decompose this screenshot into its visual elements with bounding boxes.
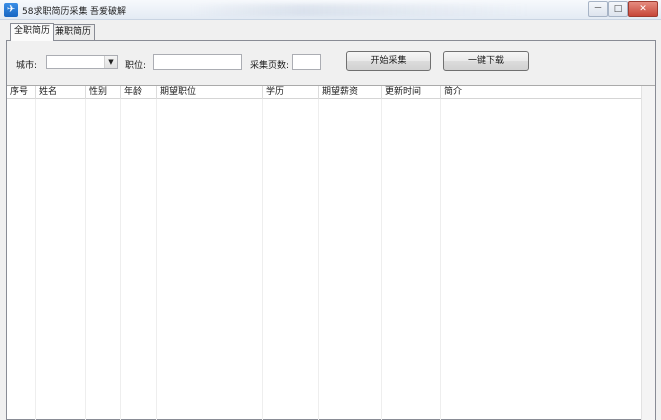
column-header-desired-position[interactable]: 期望职位: [157, 86, 263, 99]
column-header-age[interactable]: 年龄: [121, 86, 157, 99]
column-divider: [120, 99, 121, 420]
app-icon: ✈: [4, 3, 18, 17]
column-header-education[interactable]: 学历: [263, 86, 319, 99]
column-divider: [85, 99, 86, 420]
one-click-download-button[interactable]: 一键下载: [443, 51, 529, 71]
column-header-name[interactable]: 姓名: [36, 86, 86, 99]
column-divider: [440, 99, 441, 420]
column-header-summary[interactable]: 简介: [441, 86, 641, 99]
pages-label: 采集页数:: [250, 61, 290, 71]
column-divider: [156, 99, 157, 420]
column-header-update-time[interactable]: 更新时间: [382, 86, 441, 99]
window-subtitle: 吾爱破解: [90, 7, 127, 17]
title-bar: ✈ 58求职简历采集 吾爱破解 － □ ✕: [0, 0, 661, 20]
column-header-index[interactable]: 序号: [7, 86, 36, 99]
pages-input[interactable]: [292, 54, 321, 70]
city-label: 城市:: [16, 61, 38, 71]
maximize-button[interactable]: □: [608, 1, 628, 17]
column-divider: [381, 99, 382, 420]
start-collect-button[interactable]: 开始采集: [346, 51, 431, 71]
minimize-button[interactable]: －: [588, 1, 608, 17]
column-header-desired-salary[interactable]: 期望薪资: [319, 86, 382, 99]
column-divider: [35, 99, 36, 420]
window-title: 58求职简历采集: [22, 7, 88, 17]
search-toolbar: 城市: ▼ 职位: 采集页数: 开始采集 一键下载: [7, 41, 655, 85]
client-area: 全职简历 兼职简历 城市: ▼ 职位: 采集页数: 开始采集 一键下载 序号 姓…: [0, 20, 661, 420]
resume-list[interactable]: 序号 姓名 性别 年龄 期望职位 学历 期望薪资 更新时间 简介: [7, 85, 655, 420]
tab-part-time-resume[interactable]: 兼职简历: [51, 24, 96, 40]
position-label: 职位:: [125, 61, 147, 71]
column-divider: [318, 99, 319, 420]
tab-full-time-resume[interactable]: 全职简历: [10, 23, 55, 41]
title-blur-region: [190, 4, 530, 16]
tab-panel: 城市: ▼ 职位: 采集页数: 开始采集 一键下载 序号 姓名 性别 年龄 期望…: [6, 40, 656, 420]
column-divider: [262, 99, 263, 420]
position-input[interactable]: [153, 54, 242, 70]
table-header: 序号 姓名 性别 年龄 期望职位 学历 期望薪资 更新时间 简介: [7, 86, 641, 99]
chevron-down-icon[interactable]: ▼: [104, 56, 117, 68]
close-button[interactable]: ✕: [628, 1, 658, 17]
city-select[interactable]: ▼: [46, 55, 118, 69]
vertical-scrollbar[interactable]: [641, 86, 655, 420]
column-header-gender[interactable]: 性别: [86, 86, 121, 99]
